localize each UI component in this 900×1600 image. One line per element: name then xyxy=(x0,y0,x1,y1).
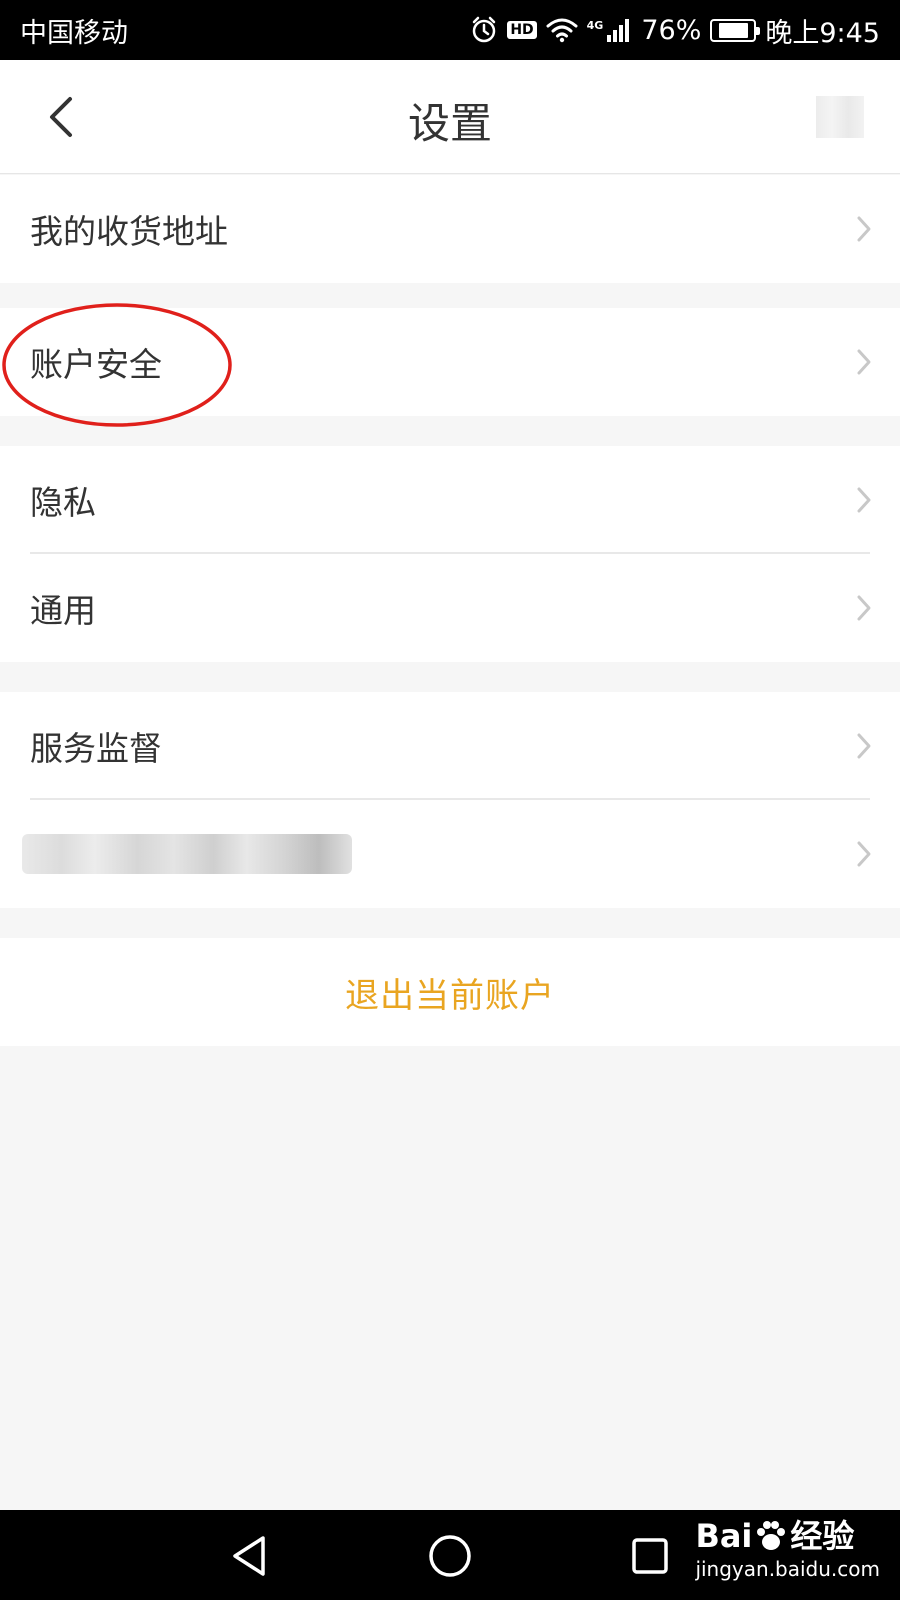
status-bar: 中国移动 HD 4G 76% 晚上9:45 xyxy=(0,0,900,60)
settings-item-service-supervision[interactable]: 服务监督 xyxy=(0,692,900,800)
logout-button[interactable]: 退出当前账户 xyxy=(0,938,900,1046)
watermark-brand: Bai xyxy=(695,1517,753,1555)
logout-label: 退出当前账户 xyxy=(345,975,555,1016)
hd-icon: HD xyxy=(507,21,537,39)
watermark-brand-suffix: 经验 xyxy=(790,1517,855,1555)
carrier-name: 中国移动 xyxy=(20,17,128,49)
settings-item-shipping-address[interactable]: 我的收货地址 xyxy=(0,175,900,283)
settings-item-label: 隐私 xyxy=(30,483,96,522)
chevron-right-icon xyxy=(854,730,874,762)
battery-fill xyxy=(718,22,748,38)
settings-group-account: 账户安全 xyxy=(0,308,900,416)
page-title: 设置 xyxy=(407,99,492,148)
nav-back-button[interactable] xyxy=(224,1530,276,1582)
paw-icon xyxy=(757,1521,786,1550)
baidu-jingyan-watermark: Bai 经验 jingyan.baidu.com xyxy=(695,1516,880,1582)
clock: 晚上9:45 xyxy=(765,17,880,49)
home-circle-icon xyxy=(429,1535,471,1577)
settings-item-blurred[interactable] xyxy=(0,800,900,908)
back-triangle-icon xyxy=(233,1536,265,1576)
settings-group-address: 我的收货地址 xyxy=(0,175,900,283)
chevron-right-icon xyxy=(854,838,874,870)
app-header: 设置 xyxy=(0,60,900,174)
wifi-icon xyxy=(546,17,578,43)
recents-square-icon xyxy=(632,1538,668,1574)
settings-group-service: 服务监督 xyxy=(0,692,900,908)
signal-icon xyxy=(606,17,632,43)
system-navigation-bar: Bai 经验 jingyan.baidu.com xyxy=(0,1510,900,1600)
settings-item-label: 账户安全 xyxy=(30,345,162,384)
settings-item-privacy[interactable]: 隐私 xyxy=(0,446,900,554)
chevron-right-icon xyxy=(854,484,874,516)
settings-group-privacy-general: 隐私 通用 xyxy=(0,446,900,662)
chevron-right-icon xyxy=(854,213,874,245)
chevron-right-icon xyxy=(854,592,874,624)
header-action-blurred[interactable] xyxy=(816,96,864,138)
network-type: 4G xyxy=(586,18,604,32)
chevron-right-icon xyxy=(854,346,874,378)
battery-icon xyxy=(710,18,761,42)
settings-item-label: 我的收货地址 xyxy=(30,212,228,251)
settings-item-label: 通用 xyxy=(30,591,96,630)
settings-item-account-security[interactable]: 账户安全 xyxy=(0,308,900,416)
settings-screen: 中国移动 HD 4G 76% 晚上9:45 设置 我的收货地址 账户安全 隐私 … xyxy=(0,0,900,1600)
settings-item-label: 服务监督 xyxy=(30,729,162,768)
nav-recents-button[interactable] xyxy=(624,1530,676,1582)
watermark-url: jingyan.baidu.com xyxy=(695,1557,880,1581)
blurred-label-placeholder xyxy=(22,834,352,874)
settings-item-general[interactable]: 通用 xyxy=(0,554,900,662)
alarm-icon xyxy=(470,16,498,44)
battery-percent: 76% xyxy=(641,14,702,46)
nav-home-button[interactable] xyxy=(424,1530,476,1582)
